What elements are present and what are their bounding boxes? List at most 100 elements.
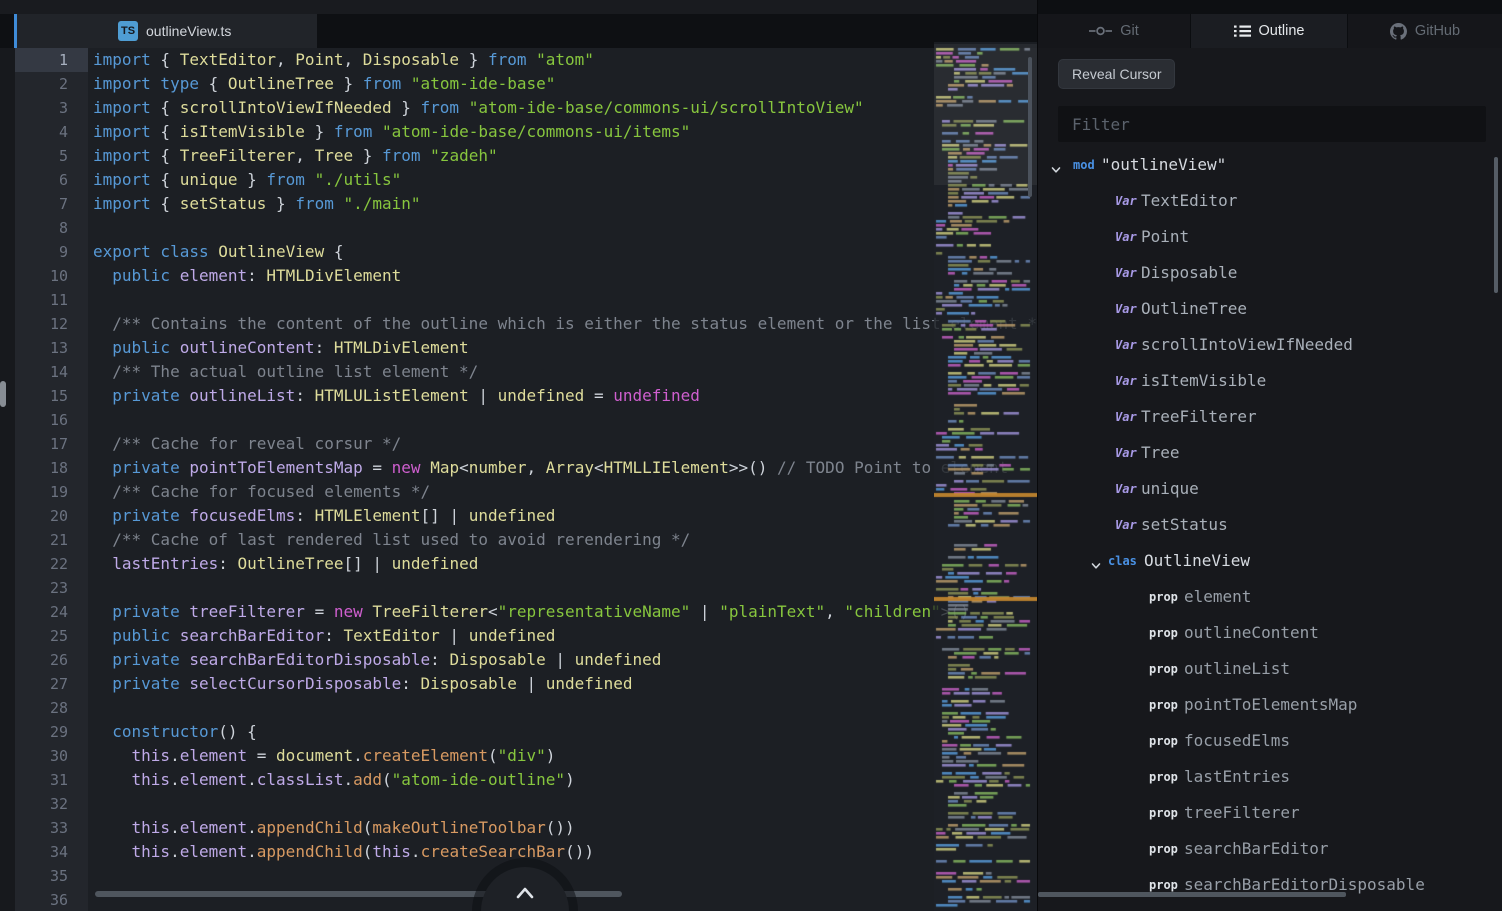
outline-item-Tree[interactable]: Var Tree (1038, 435, 1502, 471)
minimap[interactable] (934, 42, 1037, 911)
reveal-cursor-button[interactable]: Reveal Cursor (1058, 59, 1176, 89)
symbol-label: outlineList (1184, 659, 1290, 678)
typescript-file-icon: TS (118, 21, 138, 41)
panel-vertical-scrollbar[interactable] (1494, 157, 1498, 293)
code-line[interactable]: lastEntries: OutlineTree[] | undefined (93, 552, 478, 576)
outline-item-unique[interactable]: Var unique (1038, 471, 1502, 507)
chevron-down-icon[interactable] (1051, 160, 1061, 179)
tab-outline[interactable]: Outline (1191, 14, 1348, 48)
code-line[interactable]: import { TreeFilterer, Tree } from "zade… (93, 144, 498, 168)
code-line[interactable]: import { scrollIntoViewIfNeeded } from "… (93, 96, 864, 120)
left-edge-strip (0, 48, 15, 911)
outline-item-searchBarEditor[interactable]: prop searchBarEditor (1038, 831, 1502, 867)
panel-topstrip (1038, 0, 1502, 14)
code-line[interactable]: import { TextEditor, Point, Disposable }… (93, 48, 594, 72)
outline-item-outlineContent[interactable]: prop outlineContent (1038, 615, 1502, 651)
code-line[interactable]: this.element = document.createElement("d… (93, 744, 556, 768)
line-number: 35 (49, 867, 68, 885)
symbol-kind-badge: prop (1149, 662, 1178, 676)
code-editor[interactable]: 1 2 3 4 5 6 7 8 9 10 11 12 13 14 15 16 17 18 19 20 21 22 23 24 2… (0, 48, 1037, 911)
outline-item-focusedElms[interactable]: prop focusedElms (1038, 723, 1502, 759)
panel-horizontal-scrollbar[interactable] (1038, 892, 1346, 897)
symbol-label: TreeFilterer (1141, 407, 1257, 426)
symbol-kind-badge: Var (1115, 374, 1137, 388)
code-line[interactable]: private outlineList: HTMLUListElement | … (93, 384, 700, 408)
outline-panel: Git Outline GitHub Reveal Cursor mod "out… (1037, 0, 1502, 911)
outline-item-isItemVisible[interactable]: Var isItemVisible (1038, 363, 1502, 399)
outline-item-scrollIntoViewIfNeeded[interactable]: Var scrollIntoViewIfNeeded (1038, 327, 1502, 363)
code-line[interactable]: /** Cache for focused elements */ (93, 480, 430, 504)
line-number: 12 (49, 315, 68, 333)
left-scrollbar-handle[interactable] (0, 381, 6, 407)
symbol-label: lastEntries (1184, 767, 1290, 786)
filter-input[interactable] (1058, 106, 1486, 142)
tab-git[interactable]: Git (1038, 14, 1191, 48)
git-commit-icon (1089, 26, 1113, 36)
code-line[interactable]: this.element.appendChild(this.createSear… (93, 840, 594, 864)
file-tab-outlineview[interactable]: TS outlineView.ts (14, 14, 317, 48)
line-number: 7 (58, 195, 68, 213)
tab-github[interactable]: GitHub (1348, 14, 1502, 48)
line-number: 23 (49, 579, 68, 597)
code-line[interactable]: export class OutlineView { (93, 240, 343, 264)
code-line[interactable]: constructor() { (93, 720, 257, 744)
symbol-kind-badge: Var (1115, 518, 1137, 532)
code-line[interactable]: /** Cache for reveal corsur */ (93, 432, 401, 456)
code-line[interactable]: private searchBarEditorDisposable: Dispo… (93, 648, 661, 672)
code-line[interactable]: public searchBarEditor: TextEditor | und… (93, 624, 555, 648)
list-icon (1233, 25, 1251, 37)
outline-item-TreeFilterer[interactable]: Var TreeFilterer (1038, 399, 1502, 435)
editor-vertical-scrollbar[interactable] (1028, 57, 1032, 197)
outline-item-OutlineView[interactable]: clas OutlineView (1038, 543, 1502, 579)
outline-item-Point[interactable]: Var Point (1038, 219, 1502, 255)
outline-item-treeFilterer[interactable]: prop treeFilterer (1038, 795, 1502, 831)
symbol-kind-badge: clas (1108, 554, 1137, 568)
symbol-label: focusedElms (1184, 731, 1290, 750)
outline-item-pointToElementsMap[interactable]: prop pointToElementsMap (1038, 687, 1502, 723)
line-number: 27 (49, 675, 68, 693)
outline-item-element[interactable]: prop element (1038, 579, 1502, 615)
line-number: 18 (49, 459, 68, 477)
outline-item-outlineList[interactable]: prop outlineList (1038, 651, 1502, 687)
line-number: 16 (49, 411, 68, 429)
code-line[interactable]: public outlineContent: HTMLDivElement (93, 336, 468, 360)
minimap-visible-region[interactable] (934, 44, 1037, 185)
outline-item-outlineView[interactable]: mod "outlineView" (1038, 147, 1502, 183)
tab-outline-label: Outline (1258, 23, 1305, 39)
line-number: 32 (49, 795, 68, 813)
line-number: 8 (58, 219, 68, 237)
chevron-up-icon (516, 887, 534, 899)
code-line[interactable]: import { setStatus } from "./main" (93, 192, 421, 216)
outline-item-setStatus[interactable]: Var setStatus (1038, 507, 1502, 543)
code-line[interactable]: import { isItemVisible } from "atom-ide-… (93, 120, 690, 144)
code-line[interactable]: import { unique } from "./utils" (93, 168, 401, 192)
code-line[interactable]: /** Cache of last rendered list used to … (93, 528, 690, 552)
code-line[interactable]: public element: HTMLDivElement (93, 264, 401, 288)
code-line[interactable]: private selectCursorDisposable: Disposab… (93, 672, 632, 696)
symbol-label: treeFilterer (1184, 803, 1300, 822)
code-line[interactable]: this.element.appendChild(makeOutlineTool… (93, 816, 575, 840)
symbol-kind-badge: prop (1149, 734, 1178, 748)
outline-item-searchBarEditorDisposable[interactable]: prop searchBarEditorDisposable (1038, 867, 1502, 903)
code-line[interactable]: /** Contains the content of the outline … (93, 312, 1037, 336)
symbol-label: pointToElementsMap (1184, 695, 1358, 714)
outline-tree: mod "outlineView" Var TextEditor Var Point Var… (1038, 147, 1502, 903)
symbol-label: TextEditor (1141, 191, 1238, 210)
code-line[interactable]: private focusedElms: HTMLElement[] | und… (93, 504, 555, 528)
outline-item-lastEntries[interactable]: prop lastEntries (1038, 759, 1502, 795)
outline-item-TextEditor[interactable]: Var TextEditor (1038, 183, 1502, 219)
outline-item-Disposable[interactable]: Var Disposable (1038, 255, 1502, 291)
code-area[interactable]: import { TextEditor, Point, Disposable }… (93, 48, 1037, 911)
symbol-kind-badge: mod (1073, 158, 1095, 172)
outline-item-OutlineTree[interactable]: Var OutlineTree (1038, 291, 1502, 327)
code-line[interactable]: private pointToElementsMap = new Map<num… (93, 456, 1008, 480)
code-line[interactable]: this.element.classList.add("atom-ide-out… (93, 768, 575, 792)
symbol-kind-badge: Var (1115, 446, 1137, 460)
code-line[interactable]: /** The actual outline list element */ (93, 360, 478, 384)
code-line[interactable]: import type { OutlineTree } from "atom-i… (93, 72, 555, 96)
symbol-kind-badge: Var (1115, 302, 1137, 316)
line-number: 10 (49, 267, 68, 285)
chevron-down-icon[interactable] (1091, 556, 1101, 575)
code-line[interactable]: private treeFilterer = new TreeFilterer<… (93, 600, 969, 624)
line-number: 24 (49, 603, 68, 621)
